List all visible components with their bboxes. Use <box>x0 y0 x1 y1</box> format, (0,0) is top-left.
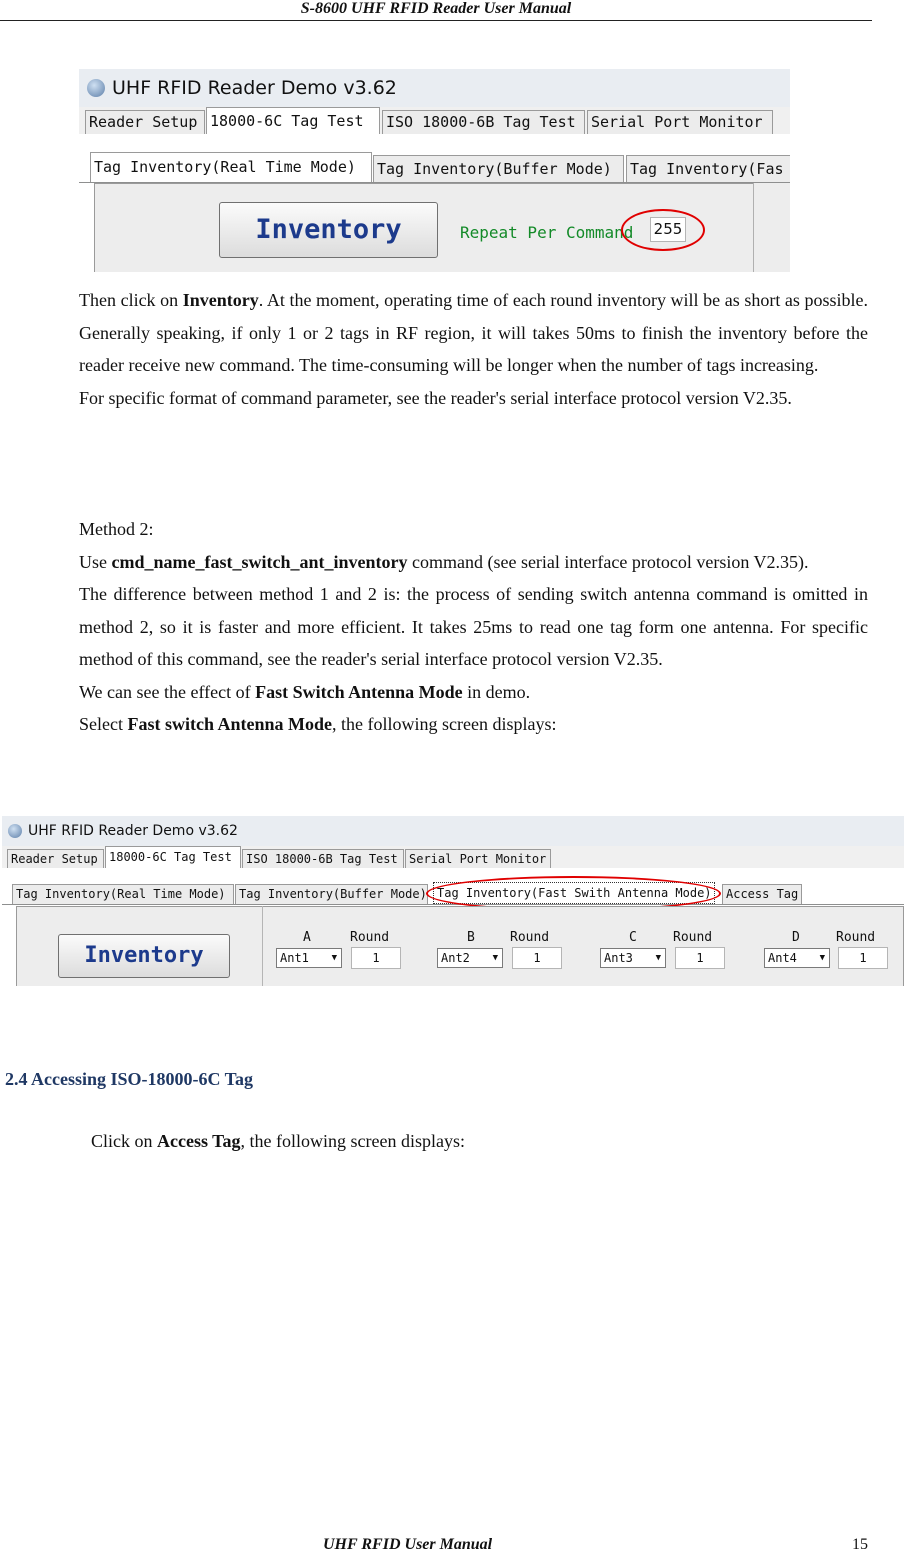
antenna-a-round-input[interactable]: 1 <box>351 947 401 969</box>
antenna-d-select[interactable]: Ant4 ▼ <box>764 948 830 968</box>
antenna-b-round-label: Round <box>510 930 550 945</box>
para-effect: We can see the effect of Fast Switch Ant… <box>79 681 531 702</box>
antenna-d-letter: D <box>792 930 800 945</box>
inventory-term: Inventory <box>182 290 259 310</box>
repeat-per-command-label: Repeat Per Command <box>460 223 634 242</box>
tab-iso-18000-6b[interactable]: ISO 18000-6B Tag Test <box>382 110 585 134</box>
para-click-access-tag: Click on Access Tag, the following scree… <box>91 1131 465 1151</box>
window-titlebar: UHF RFID Reader Demo v3.62 <box>79 69 790 107</box>
command-name: cmd_name_fast_switch_ant_inventory <box>111 551 408 572</box>
page-number: 15 <box>852 1536 868 1553</box>
paragraph-inventory-method1: Then click on Inventory. At the moment, … <box>79 284 868 414</box>
para-difference: The difference between method 1 and 2 is… <box>79 584 868 669</box>
main-tab-bar: Reader Setup 18000-6C Tag Test ISO 18000… <box>79 107 790 135</box>
window-title: UHF RFID Reader Demo v3.62 <box>28 823 238 839</box>
para-select-mode: Select Fast switch Antenna Mode, the fol… <box>79 714 557 734</box>
antenna-b-letter: B <box>467 930 475 945</box>
antenna-d-round-label: Round <box>836 930 876 945</box>
tab-serial-port-monitor[interactable]: Serial Port Monitor <box>587 110 773 134</box>
method2-heading: Method 2: <box>79 519 154 539</box>
section-heading: 2.4 Accessing ISO-18000-6C Tag <box>5 1069 254 1089</box>
subtab-fast-switch[interactable]: Tag Inventory(Fas <box>626 155 790 182</box>
antenna-a-select[interactable]: Ant1 ▼ <box>276 948 342 968</box>
sub-tab-bar: Tag Inventory(Real Time Mode) Tag Invent… <box>79 152 790 183</box>
tab-iso-18000-6b[interactable]: ISO 18000-6B Tag Test <box>242 849 404 868</box>
screenshot-inventory-realtime: UHF RFID Reader Demo v3.62 Reader Setup … <box>79 69 790 272</box>
footer-title: UHF RFID User Manual <box>323 1536 493 1553</box>
para-format-see-protocol: For specific format of command parameter… <box>79 387 792 408</box>
chevron-down-icon: ▼ <box>331 953 337 963</box>
app-globe-icon <box>87 79 105 97</box>
antenna-a-round-label: Round <box>350 930 390 945</box>
antenna-c-letter: C <box>629 930 637 945</box>
subtab-buffer-mode[interactable]: Tag Inventory(Buffer Mode) <box>235 884 428 904</box>
antenna-c-round-label: Round <box>673 930 713 945</box>
main-tab-bar: Reader Setup 18000-6C Tag Test ISO 18000… <box>2 846 904 869</box>
tab-reader-setup[interactable]: Reader Setup <box>85 110 205 134</box>
subtab-real-time-mode[interactable]: Tag Inventory(Real Time Mode) <box>90 152 372 182</box>
access-tag-term: Access Tag <box>157 1131 241 1151</box>
antenna-b-round-input[interactable]: 1 <box>512 947 562 969</box>
subtab-access-tag[interactable]: Access Tag <box>722 884 802 904</box>
tab-18000-6c[interactable]: 18000-6C Tag Test <box>206 107 380 134</box>
antenna-c-round-input[interactable]: 1 <box>675 947 725 969</box>
chevron-down-icon: ▼ <box>819 953 825 963</box>
tab-reader-setup[interactable]: Reader Setup <box>7 849 104 868</box>
subtab-real-time-mode[interactable]: Tag Inventory(Real Time Mode) <box>12 884 234 904</box>
tab-18000-6c[interactable]: 18000-6C Tag Test <box>105 846 241 868</box>
inventory-button[interactable]: Inventory <box>219 202 438 258</box>
window-titlebar: UHF RFID Reader Demo v3.62 <box>2 816 904 846</box>
para-click-inventory: Then click on Inventory. At the moment, … <box>79 290 868 375</box>
tab-serial-port-monitor[interactable]: Serial Port Monitor <box>405 849 551 868</box>
inventory-button[interactable]: Inventory <box>58 934 230 978</box>
window-title: UHF RFID Reader Demo v3.62 <box>112 77 397 99</box>
chevron-down-icon: ▼ <box>492 953 498 963</box>
app-globe-icon <box>8 824 22 838</box>
antenna-d-round-input[interactable]: 1 <box>838 947 888 969</box>
antenna-a-letter: A <box>303 930 311 945</box>
screenshot-fast-switch-antenna: UHF RFID Reader Demo v3.62 Reader Setup … <box>2 816 904 986</box>
subtab-buffer-mode[interactable]: Tag Inventory(Buffer Mode) <box>373 155 624 182</box>
para-use-command: Use cmd_name_fast_switch_ant_inventory c… <box>79 551 809 572</box>
chevron-down-icon: ▼ <box>655 953 661 963</box>
antenna-c-select[interactable]: Ant3 ▼ <box>600 948 666 968</box>
antenna-b-select[interactable]: Ant2 ▼ <box>437 948 503 968</box>
paragraph-method2: Method 2: Use cmd_name_fast_switch_ant_i… <box>79 513 868 741</box>
page-header: S-8600 UHF RFID Reader User Manual <box>0 0 872 21</box>
highlight-circle <box>621 209 705 251</box>
